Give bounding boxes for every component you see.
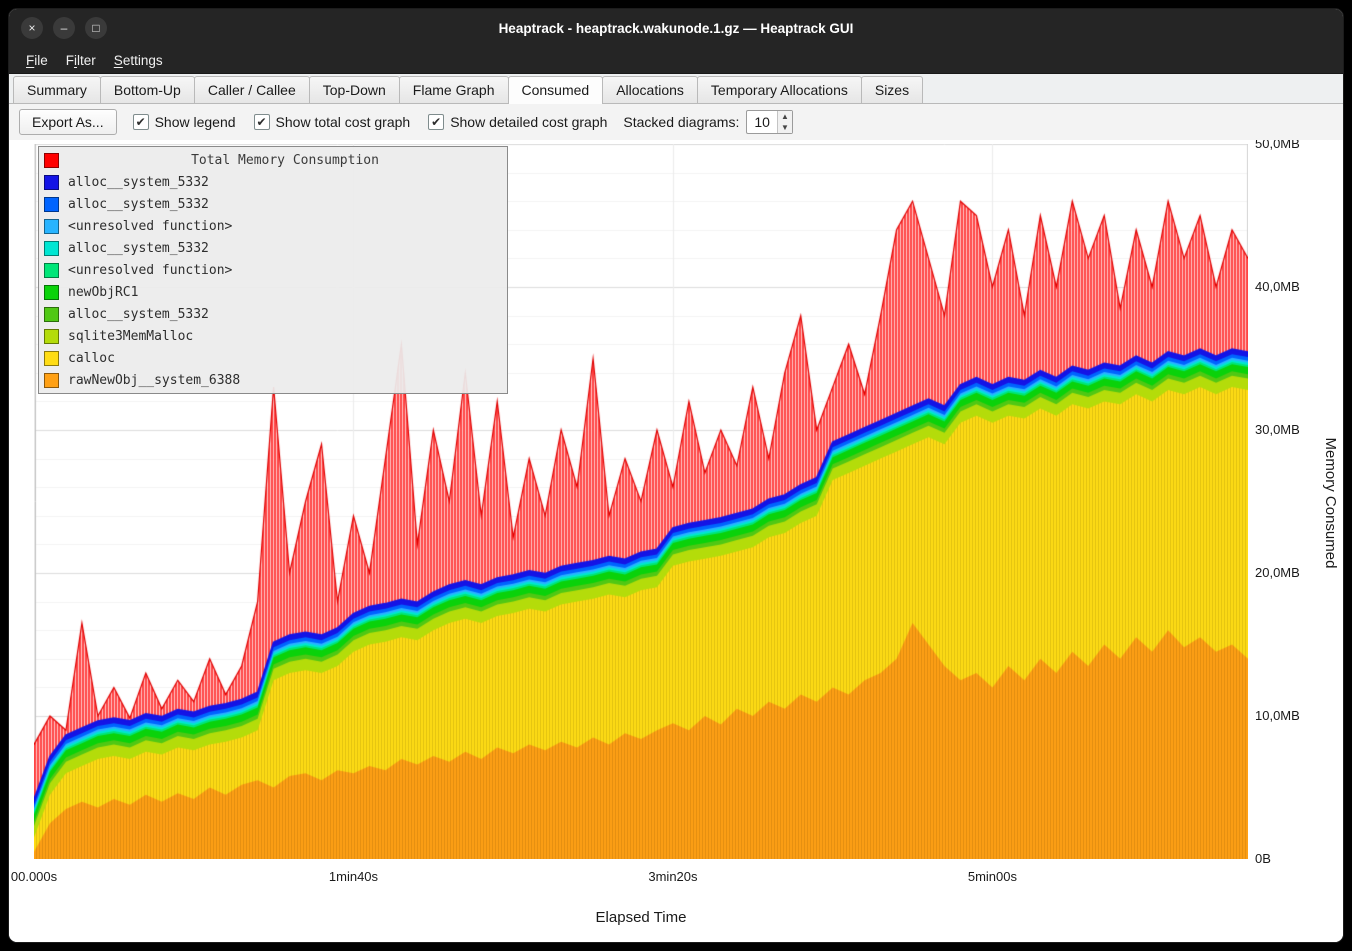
checkbox-box-icon: ✔ bbox=[254, 114, 270, 130]
menu-filter[interactable]: Filter bbox=[57, 49, 105, 72]
export-as-button[interactable]: Export As... bbox=[19, 109, 117, 135]
x-axis-tick-label: 00.000s bbox=[11, 869, 57, 884]
legend-swatch bbox=[44, 241, 59, 256]
toolbar: Export As... ✔ Show legend ✔ Show total cos… bbox=[9, 104, 1343, 140]
tab-sizes[interactable]: Sizes bbox=[861, 76, 923, 103]
checkbox-label: Show total cost graph bbox=[276, 114, 411, 130]
spinbox-value: 10 bbox=[747, 111, 777, 133]
checkbox-label: Show detailed cost graph bbox=[450, 114, 607, 130]
legend-title-row: Total Memory Consumption bbox=[44, 149, 502, 171]
spinbox-decrement-button[interactable]: ▼ bbox=[778, 122, 792, 133]
tab-caller-callee[interactable]: Caller / Callee bbox=[194, 76, 310, 103]
menu-settings[interactable]: Settings bbox=[105, 49, 172, 72]
legend-item: alloc__system_5332 bbox=[44, 303, 502, 325]
spinbox-arrows: ▲ ▼ bbox=[777, 111, 792, 133]
legend-swatch bbox=[44, 197, 59, 212]
menu-file[interactable]: File bbox=[17, 49, 57, 72]
legend-item-label: sqlite3MemMalloc bbox=[68, 329, 193, 344]
legend-item: <unresolved function> bbox=[44, 259, 502, 281]
tab-summary[interactable]: Summary bbox=[13, 76, 101, 103]
legend-swatch bbox=[44, 373, 59, 388]
tab-allocations[interactable]: Allocations bbox=[602, 76, 698, 103]
legend-swatch bbox=[44, 285, 59, 300]
legend-item: newObjRC1 bbox=[44, 281, 502, 303]
y-axis-tick-label: 50,0MB bbox=[1255, 140, 1300, 151]
legend-item: sqlite3MemMalloc bbox=[44, 325, 502, 347]
y-axis-tick-label: 30,0MB bbox=[1255, 422, 1300, 437]
minimize-button[interactable]: – bbox=[53, 17, 75, 39]
y-axis-tick-label: 20,0MB bbox=[1255, 565, 1300, 580]
legend-item-label: rawNewObj__system_6388 bbox=[68, 373, 240, 388]
legend-swatch bbox=[44, 175, 59, 190]
legend-item-label: alloc__system_5332 bbox=[68, 307, 209, 322]
maximize-button[interactable]: □ bbox=[85, 17, 107, 39]
legend-item: alloc__system_5332 bbox=[44, 171, 502, 193]
toolbar-checkboxes: ✔ Show legend ✔ Show total cost graph ✔ Show … bbox=[133, 114, 608, 130]
legend-item-label: newObjRC1 bbox=[68, 285, 138, 300]
stacked-diagrams-spinbox[interactable]: 10 ▲ ▼ bbox=[746, 110, 793, 134]
legend-item: <unresolved function> bbox=[44, 215, 502, 237]
y-axis-tick-label: 0B bbox=[1255, 851, 1271, 866]
y-axis-title: Memory Consumed bbox=[1322, 438, 1339, 569]
checkbox-show-total-cost-graph[interactable]: ✔ Show total cost graph bbox=[254, 114, 411, 130]
tab-bar: SummaryBottom-UpCaller / CalleeTop-DownF… bbox=[9, 74, 1343, 104]
y-axis-tick-label: 10,0MB bbox=[1255, 708, 1300, 723]
legend-item-label: <unresolved function> bbox=[68, 263, 232, 278]
legend-swatch-total bbox=[44, 153, 59, 168]
legend-item-label: alloc__system_5332 bbox=[68, 175, 209, 190]
legend-item-label: calloc bbox=[68, 351, 115, 366]
legend-title: Total Memory Consumption bbox=[68, 153, 502, 168]
stacked-diagrams-label: Stacked diagrams: bbox=[623, 114, 739, 130]
y-axis-tick-label: 40,0MB bbox=[1255, 279, 1300, 294]
legend-item-label: <unresolved function> bbox=[68, 219, 232, 234]
maximize-icon: □ bbox=[92, 22, 99, 34]
spinbox-increment-button[interactable]: ▲ bbox=[778, 111, 792, 122]
legend-swatch bbox=[44, 329, 59, 344]
checkbox-box-icon: ✔ bbox=[428, 114, 444, 130]
legend-swatch bbox=[44, 351, 59, 366]
menubar: FileFilterSettings bbox=[9, 47, 1343, 74]
tab-flame-graph[interactable]: Flame Graph bbox=[399, 76, 509, 103]
chart-legend: Total Memory Consumption alloc__system_53… bbox=[38, 146, 508, 394]
close-icon: × bbox=[28, 22, 35, 34]
checkbox-show-legend[interactable]: ✔ Show legend bbox=[133, 114, 236, 130]
chart-area: Total Memory Consumption alloc__system_53… bbox=[9, 140, 1343, 942]
checkbox-box-icon: ✔ bbox=[133, 114, 149, 130]
legend-swatch bbox=[44, 219, 59, 234]
checkbox-show-detailed-cost-graph[interactable]: ✔ Show detailed cost graph bbox=[428, 114, 607, 130]
heaptrack-window: × – □ Heaptrack - heaptrack.wakunode.1.g… bbox=[8, 8, 1344, 943]
x-axis-tick-label: 1min40s bbox=[329, 869, 378, 884]
tab-consumed[interactable]: Consumed bbox=[508, 76, 604, 104]
close-button[interactable]: × bbox=[21, 17, 43, 39]
legend-swatch bbox=[44, 263, 59, 278]
legend-item: alloc__system_5332 bbox=[44, 237, 502, 259]
x-axis-tick-label: 3min20s bbox=[648, 869, 697, 884]
tab-temporary-allocations[interactable]: Temporary Allocations bbox=[697, 76, 862, 103]
minimize-icon: – bbox=[61, 22, 68, 34]
legend-swatch bbox=[44, 307, 59, 322]
titlebar[interactable]: × – □ Heaptrack - heaptrack.wakunode.1.g… bbox=[9, 9, 1343, 47]
legend-item: alloc__system_5332 bbox=[44, 193, 502, 215]
x-axis-tick-label: 5min00s bbox=[968, 869, 1017, 884]
window-title: Heaptrack - heaptrack.wakunode.1.gz — He… bbox=[499, 21, 854, 36]
desktop-background: × – □ Heaptrack - heaptrack.wakunode.1.g… bbox=[0, 0, 1352, 951]
window-controls: × – □ bbox=[21, 9, 107, 47]
legend-item-label: alloc__system_5332 bbox=[68, 241, 209, 256]
legend-item-label: alloc__system_5332 bbox=[68, 197, 209, 212]
stacked-diagrams-group: Stacked diagrams: 10 ▲ ▼ bbox=[623, 110, 792, 134]
legend-item: rawNewObj__system_6388 bbox=[44, 369, 502, 391]
x-axis-title: Elapsed Time bbox=[34, 909, 1248, 926]
tab-bottom-up[interactable]: Bottom-Up bbox=[100, 76, 195, 103]
tab-top-down[interactable]: Top-Down bbox=[309, 76, 400, 103]
checkbox-label: Show legend bbox=[155, 114, 236, 130]
legend-item: calloc bbox=[44, 347, 502, 369]
